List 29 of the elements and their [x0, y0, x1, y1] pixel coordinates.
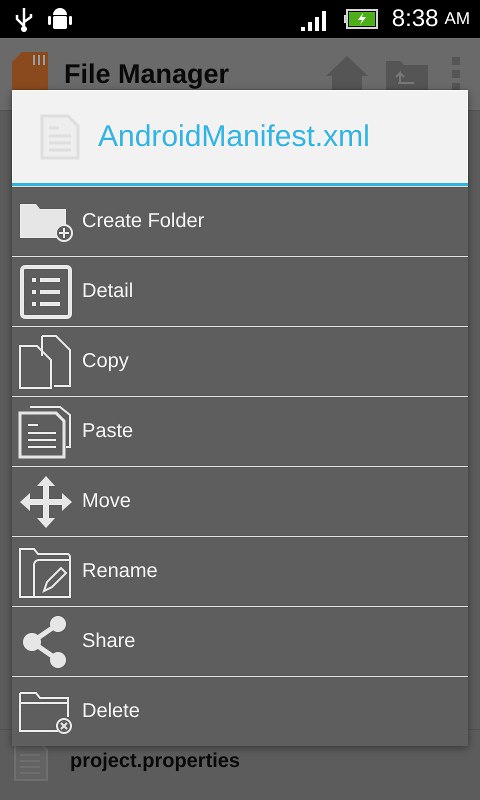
- documents-icon: [18, 404, 74, 458]
- menu-item-label: Detail: [82, 280, 134, 303]
- clock-meridiem: AM: [444, 9, 470, 29]
- file-name[interactable]: project.properties: [70, 750, 240, 772]
- app-title: File Manager: [64, 58, 230, 90]
- folder-plus-icon: [18, 202, 74, 242]
- menu-item-label: Delete: [82, 700, 140, 723]
- menu-item-label: Create Folder: [82, 210, 204, 233]
- menu-item-label: Move: [82, 490, 131, 513]
- dialog-title: AndroidManifest.xml: [98, 120, 370, 154]
- battery-icon: [344, 9, 378, 29]
- menu-item[interactable]: Share: [12, 606, 468, 676]
- menu-item[interactable]: Detail: [12, 256, 468, 326]
- menu-item-label: Copy: [82, 350, 129, 373]
- clock-time: 8:38: [392, 5, 438, 33]
- android-icon: [48, 6, 72, 32]
- move-arrows-icon: [18, 474, 74, 528]
- menu-item[interactable]: Paste: [12, 396, 468, 466]
- menu-item[interactable]: Create Folder: [12, 186, 468, 256]
- menu-item[interactable]: Delete: [12, 676, 468, 746]
- menu-item[interactable]: Copy: [12, 326, 468, 396]
- usb-icon: [14, 6, 34, 32]
- menu-item-label: Paste: [82, 420, 134, 443]
- menu-item-label: Rename: [82, 560, 158, 583]
- copy-icon: [18, 334, 74, 390]
- menu-item-label: Share: [82, 630, 136, 653]
- menu-item[interactable]: Move: [12, 466, 468, 536]
- menu-item[interactable]: Rename: [12, 536, 468, 606]
- list-icon: [18, 264, 74, 318]
